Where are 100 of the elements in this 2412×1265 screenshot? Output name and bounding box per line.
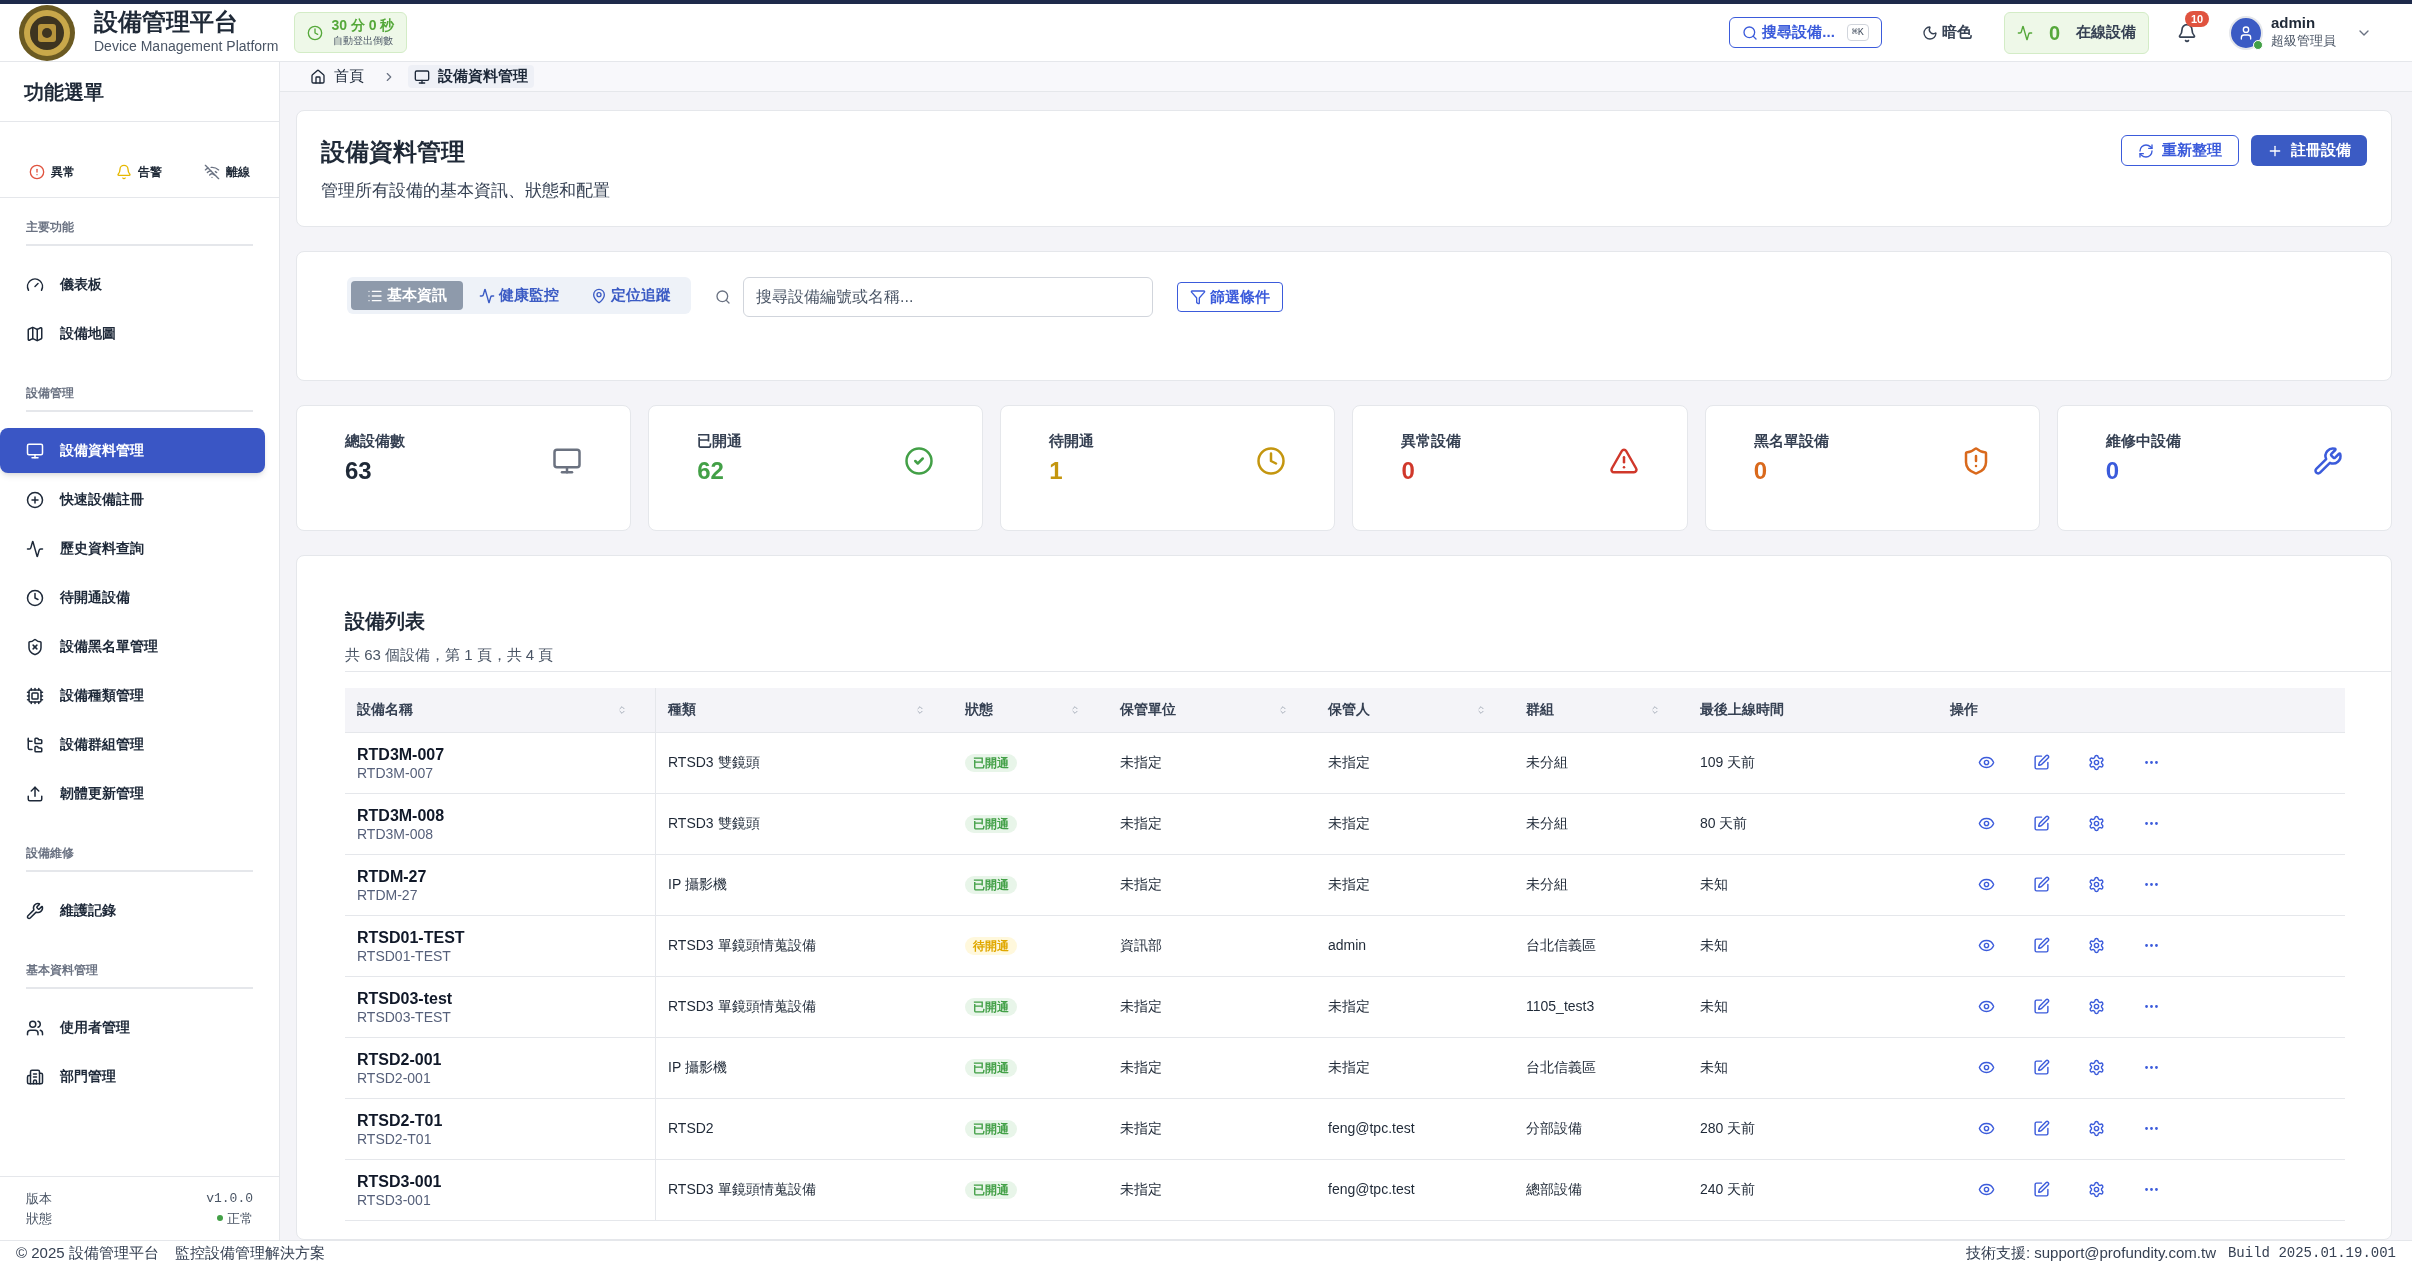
device-code: RTD3M-008 <box>357 825 434 842</box>
edit-icon[interactable] <box>2033 815 2050 832</box>
page-description: 管理所有設備的基本資訊、狀態和配置 <box>321 179 610 202</box>
stat-value: 63 <box>345 455 373 486</box>
status-badge: 已開通 <box>965 876 1017 894</box>
device-code: RTDM-27 <box>357 886 419 903</box>
table-cell: RTSD3 單鏡頭情蒐設備 <box>668 937 816 953</box>
emblem-logo <box>16 3 78 62</box>
view-icon[interactable] <box>1978 998 1995 1015</box>
edit-icon[interactable] <box>2033 998 2050 1015</box>
edit-icon[interactable] <box>2033 1181 2050 1198</box>
map-icon <box>26 324 44 343</box>
table-cell: 240 天前 <box>1700 1181 1756 1197</box>
nav-item[interactable]: 設備黑名單管理 <box>26 624 253 669</box>
nav-item[interactable]: 快速設備註冊 <box>26 477 253 522</box>
edit-icon[interactable] <box>2033 876 2050 893</box>
device-name[interactable]: RTSD3-001 <box>357 1171 643 1192</box>
nav-item[interactable]: 部門管理 <box>26 1054 253 1099</box>
column-header[interactable]: 保管人 <box>1328 699 1370 720</box>
table-cell: 80 天前 <box>1700 815 1748 831</box>
device-code: RTSD2-T01 <box>357 1130 433 1147</box>
settings-icon[interactable] <box>2088 937 2105 954</box>
settings-icon[interactable] <box>2088 815 2105 832</box>
nav-item[interactable]: 設備種類管理 <box>26 673 253 718</box>
nav-item[interactable]: 維護記錄 <box>26 888 253 933</box>
device-name[interactable]: RTSD2-T01 <box>357 1110 643 1131</box>
user-avatar[interactable] <box>2229 15 2263 50</box>
table-cell: 109 天前 <box>1700 754 1756 770</box>
device-name[interactable]: RTDM-27 <box>357 866 643 887</box>
search-button[interactable]: 搜尋設備... ⌘K <box>1729 17 1882 48</box>
view-icon[interactable] <box>1978 1120 1995 1137</box>
edit-icon[interactable] <box>2033 1059 2050 1076</box>
support-contact: 技術支援: support@profundity.com.tw <box>1965 1242 2216 1263</box>
device-name[interactable]: RTSD2-001 <box>357 1049 643 1070</box>
nav-item[interactable]: 使用者管理 <box>26 1005 253 1050</box>
view-icon[interactable] <box>1978 754 1995 771</box>
device-name[interactable]: RTSD03-test <box>357 988 643 1009</box>
online-count: 0 <box>2048 20 2060 46</box>
breadcrumb-link[interactable]: 首頁 <box>304 65 370 88</box>
settings-icon[interactable] <box>2088 998 2105 1015</box>
nav-item[interactable]: 儀表板 <box>26 262 253 307</box>
breadcrumb-link[interactable]: 設備資料管理 <box>408 65 534 88</box>
nav-item[interactable]: 設備地圖 <box>26 311 253 356</box>
device-name[interactable]: RTD3M-008 <box>357 805 643 826</box>
settings-icon[interactable] <box>2088 876 2105 893</box>
column-header[interactable]: 種類 <box>668 699 696 720</box>
online-label: 在線設備 <box>2076 22 2136 43</box>
column-header[interactable]: 狀態 <box>965 699 993 720</box>
search-field[interactable]: 搜尋設備編號或名稱... <box>743 277 1153 317</box>
view-icon[interactable] <box>1978 1059 1995 1076</box>
theme-toggle[interactable]: 暗色 <box>1921 21 1972 44</box>
notification-bell-icon[interactable] <box>2177 22 2197 43</box>
bell-icon <box>116 164 133 180</box>
edit-icon[interactable] <box>2033 937 2050 954</box>
edit-icon[interactable] <box>2033 754 2050 771</box>
column-header[interactable]: 保管單位 <box>1120 699 1176 720</box>
moon-icon <box>1921 24 1938 41</box>
device-code: RTSD3-001 <box>357 1191 432 1208</box>
nav-item[interactable]: 待開通設備 <box>26 575 253 620</box>
column-header[interactable]: 設備名稱 <box>357 699 413 720</box>
view-tab[interactable]: 健康監控 <box>463 281 575 310</box>
status-badge: 已開通 <box>965 1059 1017 1077</box>
nav-item[interactable]: 設備資料管理 <box>0 428 265 473</box>
table-cell: RTSD3 雙鏡頭 <box>668 754 760 770</box>
monitor-icon <box>26 441 44 460</box>
sidebar-title: 功能選單 <box>24 79 104 105</box>
stat-value: 1 <box>1049 455 1064 486</box>
device-name[interactable]: RTSD01-TEST <box>357 927 643 948</box>
filter-button[interactable]: 篩選條件 <box>1177 282 1283 312</box>
nav-item[interactable]: 韌體更新管理 <box>26 771 253 816</box>
alert-filter-label[interactable]: 離線 <box>226 163 251 181</box>
settings-icon[interactable] <box>2088 1181 2105 1198</box>
copyright: © 2025 設備管理平台 <box>16 1242 159 1263</box>
view-icon[interactable] <box>1978 815 1995 832</box>
view-icon[interactable] <box>1978 876 1995 893</box>
warning-icon <box>1608 446 1639 476</box>
map-pin-icon <box>591 287 607 304</box>
shortcut-key: ⌘K <box>1846 24 1869 41</box>
settings-icon[interactable] <box>2088 1120 2105 1137</box>
refresh-button[interactable]: 重新整理 <box>2121 135 2239 166</box>
alert-filter-label[interactable]: 告警 <box>138 163 163 181</box>
table-cell: 未指定 <box>1120 754 1162 770</box>
user-role: 超級管理員 <box>2271 31 2336 50</box>
view-icon[interactable] <box>1978 937 1995 954</box>
column-header[interactable]: 群組 <box>1526 699 1554 720</box>
nav-item[interactable]: 歷史資料查詢 <box>26 526 253 571</box>
nav-item[interactable]: 設備群組管理 <box>26 722 253 767</box>
settings-icon[interactable] <box>2088 754 2105 771</box>
view-tab[interactable]: 定位追蹤 <box>575 281 687 310</box>
view-icon[interactable] <box>1978 1181 1995 1198</box>
users-icon <box>26 1018 44 1037</box>
table-cell: 分部設備 <box>1526 1120 1582 1136</box>
upload-icon <box>26 784 44 803</box>
device-name[interactable]: RTD3M-007 <box>357 744 643 765</box>
table-cell: RTSD2 <box>668 1120 714 1136</box>
section-heading: 主要功能 <box>26 210 253 246</box>
alert-filter-label[interactable]: 異常 <box>50 163 75 181</box>
edit-icon[interactable] <box>2033 1120 2050 1137</box>
register-button[interactable]: 註冊設備 <box>2251 135 2367 166</box>
settings-icon[interactable] <box>2088 1059 2105 1076</box>
